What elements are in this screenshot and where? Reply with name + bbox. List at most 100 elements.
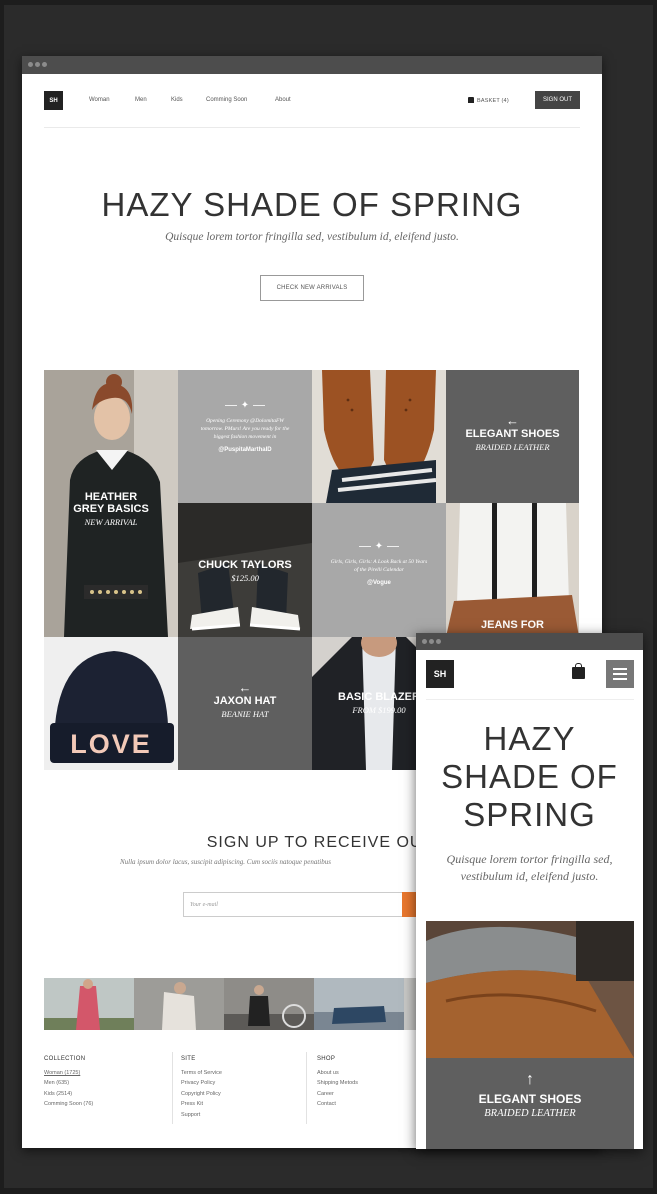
nav-link-coming-soon[interactable]: Comming Soon [206,97,247,103]
hero-title-line: HAZY [483,720,576,757]
arrow-up-icon: ↑ [526,1071,534,1088]
tile-subtitle: BRAIDED LEATHER [475,442,550,452]
tile-love-beanie[interactable]: LOVE [44,637,178,770]
window-titlebar [416,633,643,650]
footer-shop: SHOP About us Shipping Metods Career Con… [317,1056,358,1110]
tile-jaxon-hat[interactable]: ← JAXON HAT BEANIE HAT [178,637,312,770]
basket-link[interactable]: BASKET (4) [468,97,509,104]
footer-divider [306,1052,307,1124]
tile-tweet[interactable]: ✦ Girls, Girls, Girls: A Look Back at 50… [312,503,446,637]
footer-heading: SITE [181,1056,196,1062]
hero-subtitle: Quisque lorem tortor fringilla sed, vest… [446,852,613,883]
tile-title: JAXON HAT [213,695,277,707]
arrow-left-icon: ← [238,680,252,695]
footer-link[interactable]: Woman (1725) [44,1068,93,1078]
bag-icon[interactable] [572,663,585,679]
footer-link[interactable]: Kids (2514) [44,1089,93,1099]
window-dot [429,639,434,644]
footer-divider [172,1052,173,1124]
hero-title: HAZY SHADE OF SPRING [416,720,643,834]
tweet-content: ✦ Opening Ceremony @DolomitaFW tomorrow.… [178,400,312,453]
hero-title-line: SHADE OF [441,758,618,795]
tile-subtitle: $125.00 [231,573,259,583]
footer-link[interactable]: Men (635) [44,1078,93,1088]
footer-link[interactable]: Contact [317,1099,358,1109]
hero-title: HAZY SHADE OF SPRING [101,186,523,223]
signup-subtitle: Nulla ipsum dolor lacus, suscipit adipis… [120,858,331,866]
tile-title: ELEGANT SHOES [465,428,560,440]
tile-shoes-photo[interactable] [312,370,446,503]
tile-subtitle: BRAIDED LEATHER [484,1108,576,1119]
tile-caption: JEANS FOR [446,619,579,631]
tile-caption: ← JAXON HAT BEANIE HAT [178,680,312,720]
bag-icon [468,97,474,103]
hamburger-menu-icon[interactable] [606,660,634,688]
tweet-text: Girls, Girls, Girls: A Look Back at 50 Y… [330,559,428,573]
beanie-love-text: LOVE [70,729,152,759]
footer-heading: COLLECTION [44,1056,86,1062]
nav-link-men[interactable]: Men [135,97,147,103]
tile-jeans[interactable]: JEANS FOR [446,503,579,637]
footer-collection: COLLECTION Woman (1725) Men (635) Kids (… [44,1056,93,1110]
footer-link[interactable]: Support [181,1110,222,1120]
nav-divider [44,127,580,128]
tweet-text: Opening Ceremony @DolomitaFW tomorrow. P… [200,418,290,440]
basket-label: BASKET (4) [477,98,509,104]
instagram-strip [44,978,422,1030]
window-titlebar [22,56,602,74]
tile-caption: CHUCK TAYLORS $125.00 [178,559,312,583]
strip-photo[interactable] [44,978,134,1030]
footer-site: SITE Terms of Service Privacy Policy Cop… [181,1056,222,1120]
tile-title: CHUCK TAYLORS [198,559,292,571]
nav-link-about[interactable]: About [275,97,291,103]
jeans-photo [446,503,579,637]
footer-link[interactable]: Comming Soon (76) [44,1099,93,1109]
sign-out-button[interactable]: SIGN OUT [535,91,580,109]
footer-link[interactable]: Career [317,1089,358,1099]
brand-logo[interactable]: SH [44,91,63,110]
mobile-window: SH HAZY SHADE OF SPRING Quisque lorem to… [416,633,643,1149]
check-new-arrivals-button[interactable]: CHECK NEW ARRIVALS [260,275,364,301]
strip-photo[interactable] [314,978,404,1030]
footer-link[interactable]: Press Kit [181,1099,222,1109]
boot-image [426,921,634,1058]
footer-link[interactable]: Terms of Service [181,1068,222,1078]
footer-link[interactable]: Shipping Metods [317,1078,358,1088]
footer-heading: SHOP [317,1056,336,1062]
tile-title: ELEGANT SHOES [478,1092,582,1106]
tile-tweet[interactable]: ✦ Opening Ceremony @DolomitaFW tomorrow.… [178,370,312,503]
boot-photo[interactable] [426,921,634,1058]
shoes-photo [312,370,446,503]
tile-elegant-shoes[interactable]: ← ELEGANT SHOES BRAIDED LEATHER [446,370,579,503]
tweet-handle[interactable]: @Vogue [312,580,446,586]
footer-link[interactable]: Copyright Policy [181,1089,222,1099]
brand-logo[interactable]: SH [426,660,454,688]
tile-title: GREY BASICS [73,503,149,515]
tile-title: HEATHER [84,491,138,503]
tile-elegant-shoes[interactable]: ↑ ELEGANT SHOES BRAIDED LEATHER [426,1058,634,1149]
nav-link-kids[interactable]: Kids [171,97,183,103]
footer-link[interactable]: Privacy Policy [181,1078,222,1088]
tweet-content: ✦ Girls, Girls, Girls: A Look Back at 50… [312,541,446,586]
tile-subtitle: BEANIE HAT [221,709,269,719]
window-dot [42,62,47,67]
tile-caption: HEATHER GREY BASICS NEW ARRIVAL [44,491,178,527]
window-dot [28,62,33,67]
tweet-handle[interactable]: @PuspitaMarthaID [178,447,312,453]
window-dot [422,639,427,644]
tile-chuck-taylors[interactable]: CHUCK TAYLORS $125.00 [178,503,312,637]
twitter-icon: ✦ [312,541,446,552]
hero-title-line: SPRING [463,796,596,833]
hero-subtitle: Quisque lorem tortor fringilla sed, vest… [165,231,459,243]
footer-link[interactable]: About us [317,1068,358,1078]
tile-title: JEANS FOR [481,619,544,631]
tile-caption: ← ELEGANT SHOES BRAIDED LEATHER [446,414,579,453]
strip-photo[interactable] [224,978,314,1030]
nav-link-woman[interactable]: Woman [89,97,110,103]
window-dot [35,62,40,67]
tile-subtitle: NEW ARRIVAL [84,517,138,527]
window-dot [436,639,441,644]
tile-heather-grey[interactable]: HEATHER GREY BASICS NEW ARRIVAL [44,370,178,637]
strip-photo[interactable] [134,978,224,1030]
email-input[interactable]: Your e-mail [183,892,403,917]
